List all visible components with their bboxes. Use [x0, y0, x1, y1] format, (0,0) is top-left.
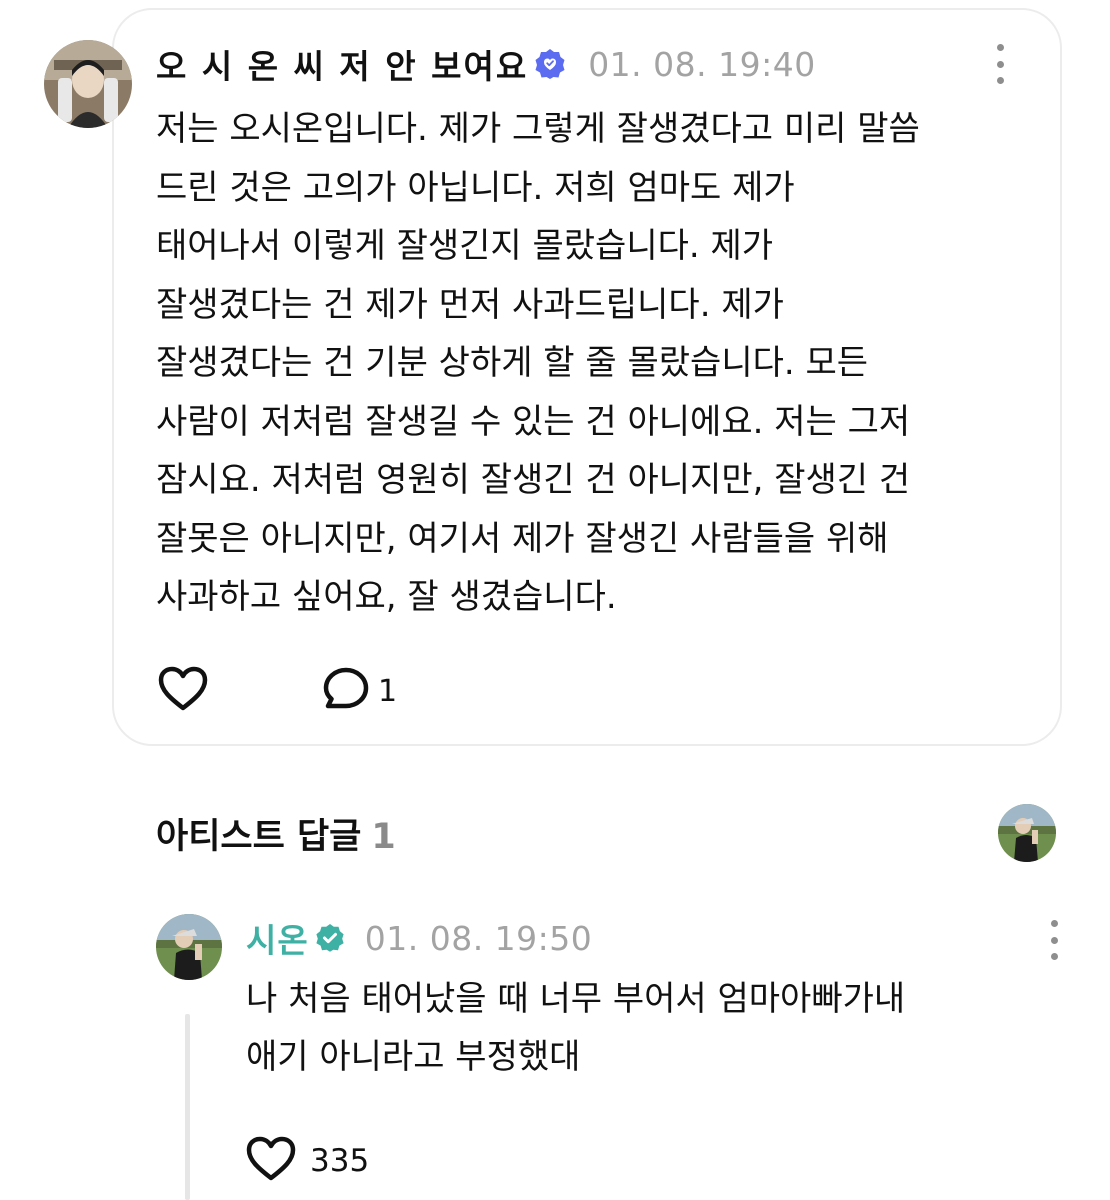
reply-header: 시온 01. 08. 19:50	[246, 914, 593, 962]
section-title-label: 아티스트 답글	[156, 817, 362, 857]
post-body-line: 사과하고 싶어요, 잘 생겼습니다.	[156, 577, 617, 617]
post-header: 오 시 온 씨 저 안 보여요 01. 08. 19:40	[156, 40, 816, 88]
more-vertical-icon[interactable]	[994, 44, 1006, 84]
heart-icon	[246, 1136, 296, 1186]
post-body-line: 잘못은 아니지만, 여기서 제가 잘생긴 사람들을 위해	[156, 518, 889, 559]
like-count: 335	[310, 1143, 370, 1179]
comment-count: 1	[378, 673, 398, 709]
reply-author-name[interactable]: 시온	[246, 914, 309, 962]
post-body-line: 저는 오시온입니다. 제가 그렇게 잘생겼다고 미리 말씀	[156, 109, 920, 149]
more-vertical-icon[interactable]	[1048, 920, 1060, 960]
reply-thread-line	[185, 1014, 190, 1200]
post-body: 저는 오시온입니다. 제가 그렇게 잘생겼다고 미리 말씀 드린 것은 고의가 …	[156, 100, 1036, 627]
artist-reply-section-title: 아티스트 답글 1	[156, 808, 396, 859]
reply-timestamp: 01. 08. 19:50	[364, 918, 593, 958]
artist-avatar[interactable]	[156, 914, 222, 980]
artist-verified-badge-icon	[315, 923, 345, 953]
reply-body-line: 나 처음 태어났을 때 너무 부어서 엄마아빠가내	[246, 979, 906, 1019]
post-body-line: 잘생겼다는 건 제가 먼저 사과드립니다. 제가	[156, 284, 784, 325]
post-author-avatar[interactable]	[44, 40, 132, 128]
post-timestamp: 01. 08. 19:40	[588, 44, 816, 84]
post-comment-button[interactable]: 1	[322, 666, 397, 716]
heart-icon	[158, 666, 208, 716]
verified-heart-badge-icon	[534, 48, 566, 80]
post-body-line: 잘생겼다는 건 기분 상하게 할 줄 몰랐습니다. 모든	[156, 343, 869, 383]
reply-body: 나 처음 태어났을 때 너무 부어서 엄마아빠가내 애기 아니라고 부정했대	[246, 970, 1066, 1086]
post-like-button[interactable]	[158, 666, 208, 716]
section-count: 1	[371, 817, 396, 857]
post-body-line: 태어나서 이렇게 잘생긴지 몰랐습니다. 제가	[156, 226, 774, 266]
reply-like-button[interactable]: 335	[246, 1136, 369, 1186]
reply-body-line: 애기 아니라고 부정했대	[246, 1037, 581, 1077]
artist-avatar-small[interactable]	[998, 804, 1056, 862]
comment-bubble-icon	[322, 666, 370, 716]
post-author-name[interactable]: 오 시 온 씨 저 안 보여요	[156, 40, 528, 88]
post-body-line: 잠시요. 저처럼 영원히 잘생긴 건 아니지만, 잘생긴 건	[156, 460, 911, 500]
post-body-line: 사람이 저처럼 잘생길 수 있는 건 아니에요. 저는 그저	[156, 401, 911, 442]
post-body-line: 드린 것은 고의가 아닙니다. 저희 엄마도 제가	[156, 167, 795, 208]
